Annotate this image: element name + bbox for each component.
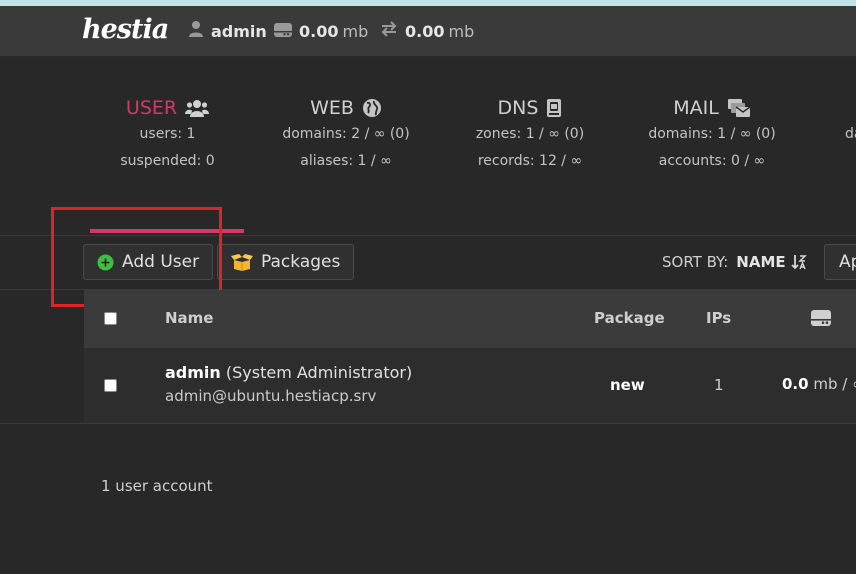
stat-dns-title: DNS	[474, 95, 586, 121]
exchange-icon	[380, 21, 398, 41]
book-icon	[546, 98, 562, 118]
user-login[interactable]: admin	[165, 363, 221, 382]
mail-bulk-icon	[727, 98, 751, 118]
column-disk-header[interactable]	[811, 310, 831, 330]
hestia-logo[interactable]: hestia	[82, 14, 169, 45]
column-ips-header[interactable]: IPs	[706, 309, 731, 327]
user-disk-rest: mb / ∞	[813, 375, 856, 393]
disk-unit: mb	[342, 21, 369, 41]
select-all-checkbox[interactable]	[104, 312, 117, 325]
user-package: new	[610, 376, 645, 394]
user-disk-value: 0.0	[782, 375, 809, 393]
stat-db-title	[845, 95, 856, 121]
stat-mail[interactable]: MAIL domains: 1 / ∞ (0) accounts: 0 / ∞	[646, 95, 778, 175]
packages-button[interactable]: Packages	[217, 244, 355, 280]
stat-db-line-1: da	[845, 126, 856, 142]
sort-alpha-icon	[791, 254, 807, 270]
stat-web-line-2: aliases: 1 / ∞	[300, 153, 392, 169]
stat-user-line-1: users: 1	[139, 126, 196, 142]
column-package-header[interactable]: Package	[594, 309, 665, 327]
stat-user[interactable]: USER users: 1 suspended: 0	[115, 95, 220, 175]
table-header: Name Package IPs	[84, 290, 856, 349]
user-ips: 1	[714, 376, 724, 394]
row-divider	[0, 423, 84, 424]
stat-mail-line-1: domains: 1 / ∞ (0)	[648, 126, 776, 142]
sort-control[interactable]: SORT BY: NAME	[662, 253, 807, 271]
disk-value: 0.00	[299, 21, 339, 41]
stat-web-title: WEB	[280, 95, 412, 121]
stat-user-line-2: suspended: 0	[120, 153, 215, 169]
globe-icon	[362, 98, 382, 118]
top-bar: hestia admin 0.00 mb 0.00 mb	[0, 6, 856, 57]
stat-dns-line-2: records: 12 / ∞	[477, 153, 583, 169]
bandwidth-value: 0.00	[405, 21, 445, 41]
stat-web[interactable]: WEB domains: 2 / ∞ (0) aliases: 1 / ∞	[280, 95, 412, 175]
column-name-header[interactable]: Name	[165, 309, 213, 327]
box-open-icon	[231, 253, 253, 271]
table-row[interactable]: admin (System Administrator) admin@ubunt…	[84, 349, 856, 424]
user-menu[interactable]: admin	[188, 21, 267, 41]
hdd-icon	[274, 22, 292, 41]
stat-db-partial[interactable]: da	[845, 95, 856, 148]
sort-by-label: SORT BY:	[662, 253, 729, 271]
stat-web-line-1: domains: 2 / ∞ (0)	[282, 126, 410, 142]
disk-usage: 0.00 mb	[274, 21, 368, 41]
hdd-icon	[811, 310, 831, 330]
user-name-cell[interactable]: admin (System Administrator)	[165, 363, 412, 382]
user-role: (System Administrator)	[225, 363, 413, 382]
username-label: admin	[211, 21, 267, 41]
stat-dns-line-1: zones: 1 / ∞ (0)	[475, 126, 585, 142]
stat-mail-line-2: accounts: 0 / ∞	[658, 153, 766, 169]
bandwidth-usage: 0.00 mb	[380, 21, 474, 41]
user-email: admin@ubuntu.hestiacp.srv	[165, 387, 377, 405]
user-count: 1 user account	[101, 477, 213, 495]
packages-label: Packages	[261, 252, 341, 272]
user-disk-usage: 0.0 mb / ∞	[782, 375, 856, 393]
stat-user-title: USER	[115, 95, 220, 121]
bandwidth-unit: mb	[448, 21, 475, 41]
apply-label: Ap	[839, 252, 856, 272]
sort-value: NAME	[736, 253, 786, 271]
stat-dns[interactable]: DNS zones: 1 / ∞ (0) records: 12 / ∞	[474, 95, 586, 175]
apply-button[interactable]: Ap	[824, 244, 856, 280]
row-checkbox[interactable]	[104, 379, 117, 392]
user-icon	[188, 20, 204, 42]
stat-mail-title: MAIL	[646, 95, 778, 121]
users-icon	[185, 98, 210, 118]
